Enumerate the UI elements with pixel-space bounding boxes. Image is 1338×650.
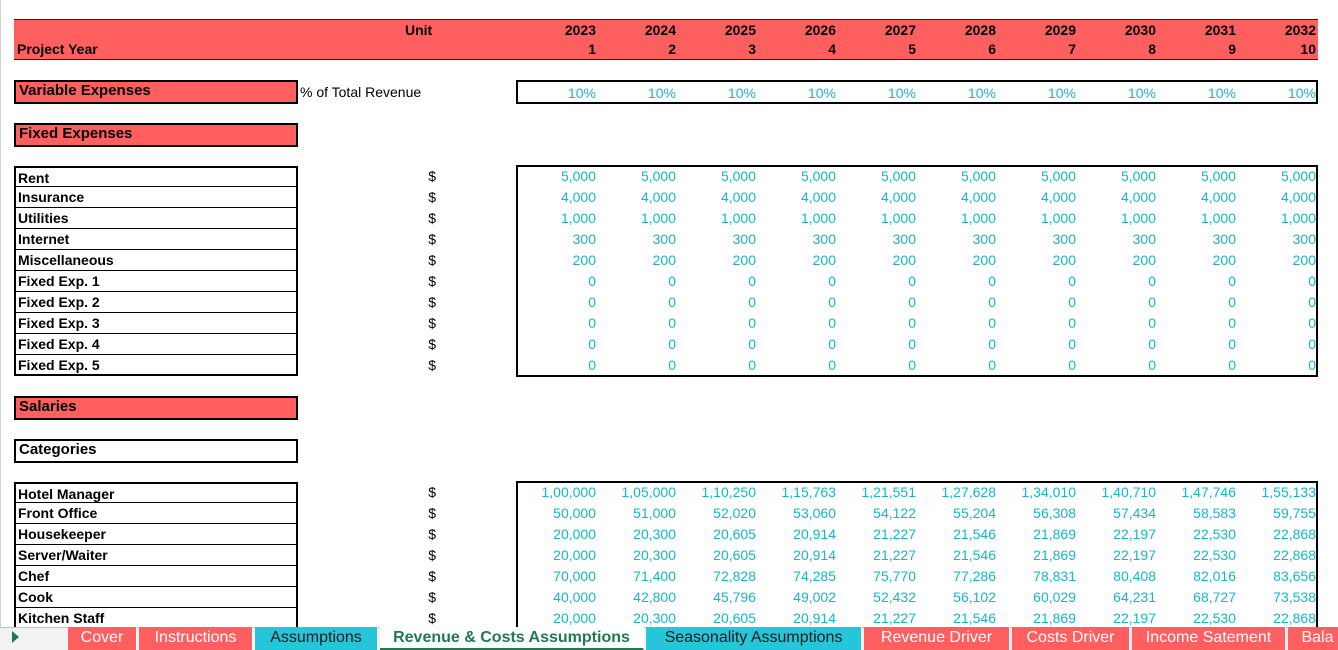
year-header-2023: 2023	[564, 22, 596, 38]
variable-expense-value[interactable]: 10%	[838, 83, 916, 103]
sheet-tab-revenue-costs-assumptions[interactable]: Revenue & Costs Assumptions	[380, 627, 644, 650]
year-index-9: 9	[1228, 41, 1236, 57]
salaries-value-box	[516, 481, 1318, 641]
year-index-4: 4	[828, 41, 836, 57]
categories-header: Categories	[14, 439, 298, 463]
fixed-expense-row-label: Internet	[14, 229, 298, 250]
year-header-2028: 2028	[964, 22, 996, 38]
year-index-3: 3	[748, 41, 756, 57]
fixed-expense-row-label: Fixed Exp. 2	[14, 292, 298, 313]
year-index-10: 10	[1300, 41, 1316, 57]
year-index-5: 5	[908, 41, 916, 57]
fixed-expense-row-unit: $	[428, 315, 436, 331]
fixed-expense-row-unit: $	[428, 357, 436, 373]
sheet-tab-instructions[interactable]: Instructions	[139, 627, 253, 650]
fixed-expense-row-unit: $	[428, 231, 436, 247]
sheet-tab-cover[interactable]: Cover	[68, 627, 137, 650]
fixed-expense-row-label: Rent	[14, 166, 298, 187]
sheet-scroll-right-icon[interactable]	[12, 631, 19, 643]
fixed-expense-row-label: Fixed Exp. 4	[14, 334, 298, 355]
salary-row-unit: $	[428, 589, 436, 605]
fixed-expense-row-unit: $	[428, 294, 436, 310]
year-index-7: 7	[1068, 41, 1076, 57]
fixed-expense-row-unit: $	[428, 273, 436, 289]
year-index-1: 1	[588, 41, 596, 57]
variable-expense-value[interactable]: 10%	[1158, 83, 1236, 103]
year-header-2029: 2029	[1044, 22, 1076, 38]
variable-expense-value[interactable]: 10%	[1078, 83, 1156, 103]
fixed-expenses-header: Fixed Expenses	[14, 123, 298, 147]
fixed-expense-row-unit: $	[428, 210, 436, 226]
salary-row-unit: $	[428, 610, 436, 626]
year-header-2024: 2024	[644, 22, 676, 38]
variable-expenses-unit: % of Total Revenue	[300, 84, 422, 100]
year-header-2025: 2025	[724, 22, 756, 38]
salary-row-unit: $	[428, 568, 436, 584]
year-index-8: 8	[1148, 41, 1156, 57]
year-index-6: 6	[988, 41, 996, 57]
salary-row-unit: $	[428, 547, 436, 563]
year-index-2: 2	[668, 41, 676, 57]
salary-row-label: Chef	[14, 566, 298, 587]
sheet-tab-bala[interactable]: Bala	[1288, 627, 1338, 650]
salary-row-label: Kitchen Staff	[14, 608, 298, 629]
salary-row-label: Hotel Manager	[14, 482, 298, 503]
project-year-label: Project Year	[17, 41, 98, 57]
salary-row-unit: $	[428, 505, 436, 521]
sheet-tab-income-satement[interactable]: Income Satement	[1132, 627, 1286, 650]
fixed-expense-row-unit: $	[428, 336, 436, 352]
salary-row-unit: $	[428, 484, 436, 500]
year-header-2027: 2027	[884, 22, 916, 38]
fixed-expense-row-unit: $	[428, 252, 436, 268]
year-header-2030: 2030	[1124, 22, 1156, 38]
variable-expense-value[interactable]: 10%	[758, 83, 836, 103]
salary-row-label: Server/Waiter	[14, 545, 298, 566]
variable-expense-value[interactable]: 10%	[598, 83, 676, 103]
salary-row-label: Front Office	[14, 503, 298, 524]
sheet-tab-seasonality-assumptions[interactable]: Seasonality Assumptions	[646, 627, 862, 650]
sheet-left-edge	[0, 0, 1, 627]
sheet-tab-costs-driver[interactable]: Costs Driver	[1012, 627, 1130, 650]
salary-row-unit: $	[428, 526, 436, 542]
sheet-tab-revenue-driver[interactable]: Revenue Driver	[864, 627, 1010, 650]
fixed-expense-row-label: Fixed Exp. 5	[14, 355, 298, 376]
variable-expenses-header: Variable Expenses	[14, 80, 298, 104]
sheet-tab-assumptions[interactable]: Assumptions	[255, 627, 378, 650]
fixed-expense-row-label: Fixed Exp. 3	[14, 313, 298, 334]
variable-expense-value[interactable]: 10%	[678, 83, 756, 103]
salary-row-label: Cook	[14, 587, 298, 608]
salaries-header: Salaries	[14, 396, 298, 420]
fixed-expense-row-unit: $	[428, 168, 436, 184]
fixed-expense-row-unit: $	[428, 189, 436, 205]
fixed-expense-row-label: Miscellaneous	[14, 250, 298, 271]
fixed-expense-row-label: Fixed Exp. 1	[14, 271, 298, 292]
variable-expense-value[interactable]: 10%	[998, 83, 1076, 103]
unit-header: Unit	[405, 22, 433, 38]
variable-expense-value[interactable]: 10%	[518, 83, 596, 103]
variable-expense-value[interactable]: 10%	[918, 83, 996, 103]
fixed-expense-row-label: Utilities	[14, 208, 298, 229]
salary-row-label: Housekeeper	[14, 524, 298, 545]
year-header-2032: 2032	[1284, 22, 1316, 38]
year-header-2026: 2026	[804, 22, 836, 38]
fixed-expense-row-label: Insurance	[14, 187, 298, 208]
year-header-2031: 2031	[1204, 22, 1236, 38]
variable-expense-value[interactable]: 10%	[1238, 83, 1316, 103]
fixed-expenses-value-box	[516, 165, 1318, 377]
